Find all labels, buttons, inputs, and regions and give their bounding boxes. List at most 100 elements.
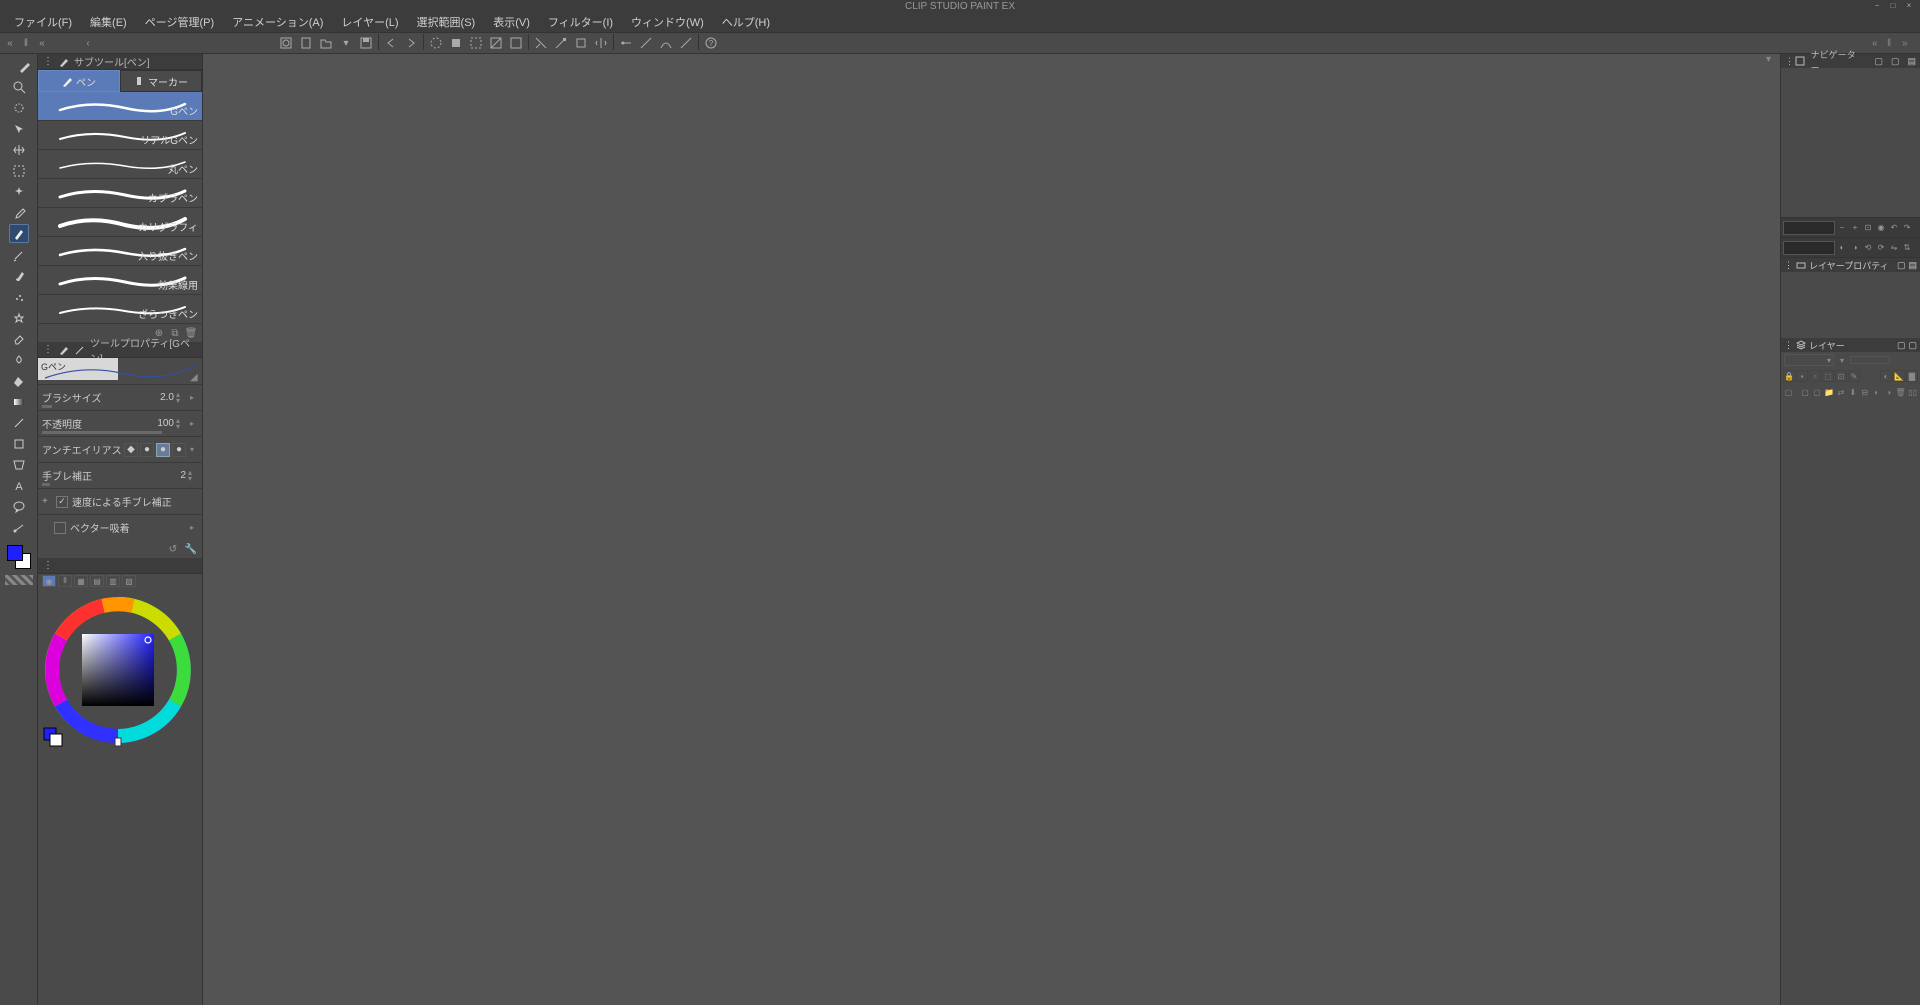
grid-icon[interactable] (656, 34, 676, 52)
two-pane-icon[interactable]: ▯▯ (1907, 386, 1918, 398)
grip-icon[interactable]: ⋮ (42, 56, 54, 68)
snap-icon[interactable] (676, 34, 696, 52)
expand-icon[interactable]: + (42, 496, 54, 507)
menu-icon[interactable]: ▤ (1908, 260, 1917, 271)
fill-tool-icon[interactable] (9, 371, 29, 390)
undo-icon[interactable] (381, 34, 401, 52)
zoom-tool-icon[interactable] (9, 77, 29, 96)
subtool-item[interactable]: 効果線用 (38, 266, 202, 295)
rotate-slider[interactable] (1783, 241, 1835, 255)
color-header[interactable]: ⋮ (38, 558, 202, 574)
more-icon[interactable]: ▸ (186, 393, 198, 402)
antialias-row[interactable]: アンチエイリアス ◆ ● ● ● ▾ (38, 436, 202, 462)
figure-tool-icon[interactable] (9, 434, 29, 453)
tab-pen[interactable]: ペン (38, 70, 120, 92)
checkbox-icon[interactable] (54, 522, 66, 534)
tab-icon[interactable]: ▢ (1897, 340, 1906, 351)
stabilize-row[interactable]: 手ブレ補正 2 ▴▾ (38, 462, 202, 488)
spinner-icon[interactable]: ▴▾ (176, 392, 186, 404)
color-slider-tab-icon[interactable]: ⦀ (58, 575, 72, 587)
fit-icon[interactable]: ⊡ (1862, 222, 1874, 234)
operation-tool-icon[interactable] (9, 119, 29, 138)
ruler-icon[interactable] (636, 34, 656, 52)
menu-icon[interactable]: ▤ (1903, 56, 1920, 67)
aa-none-icon[interactable]: ◆ (124, 443, 138, 457)
invert-icon[interactable] (506, 34, 526, 52)
grip-icon[interactable]: ⋮ (1784, 260, 1793, 271)
menu-filter[interactable]: フィルター(I) (540, 14, 621, 32)
correct-tool-icon[interactable] (9, 518, 29, 537)
move-layer-tool-icon[interactable] (9, 140, 29, 159)
color-swatch[interactable] (5, 543, 33, 571)
trash-icon[interactable]: 🗑 (1895, 386, 1906, 398)
rotate-r-icon[interactable]: ↷ (1901, 222, 1913, 234)
color-set-tab-icon[interactable]: ▦ (74, 575, 88, 587)
ruler-icon[interactable]: 📐 (1893, 370, 1905, 382)
grip-icon[interactable]: ⋮ (1784, 340, 1793, 351)
guide-line-icon[interactable] (616, 34, 636, 52)
zoom-slider[interactable] (1783, 221, 1835, 235)
color-wheel[interactable] (38, 588, 202, 1005)
minimize-icon[interactable]: − (1870, 0, 1884, 12)
select-tool-icon[interactable] (9, 161, 29, 180)
speed-stabilize-row[interactable]: + ✓ 速度による手ブレ補正 (38, 488, 202, 514)
close-icon[interactable]: × (1902, 0, 1916, 12)
menu-page[interactable]: ページ管理(P) (137, 14, 222, 32)
gradient-tool-icon[interactable] (9, 392, 29, 411)
opacity-value[interactable]: 100 (146, 418, 174, 429)
brush-tool-icon[interactable] (9, 266, 29, 285)
zoom-out-icon[interactable]: − (1836, 222, 1848, 234)
dock-collapse-icon[interactable]: ‖ (18, 35, 34, 51)
tab-icon[interactable]: ▢ (1908, 340, 1917, 351)
spinner-icon[interactable]: ▴▾ (176, 418, 186, 430)
lock-alpha-icon[interactable]: ▫ (1809, 370, 1821, 382)
menu-view[interactable]: 表示(V) (485, 14, 538, 32)
subtool-item[interactable]: カブラペン (38, 179, 202, 208)
open-file-icon[interactable] (316, 34, 336, 52)
chevron-down-icon[interactable]: ▾ (1836, 354, 1848, 366)
text-tool-icon[interactable]: A (9, 476, 29, 495)
canvas-area[interactable]: ▾ (203, 54, 1780, 1005)
corner-icon[interactable]: ◢ (190, 372, 200, 382)
flip-h-icon[interactable] (591, 34, 611, 52)
subtool-item[interactable]: カリグラフィ (38, 208, 202, 237)
ctrl-icon[interactable]: ⟳ (1875, 242, 1887, 254)
wrench-icon[interactable]: 🔧 (184, 542, 198, 556)
color-icon[interactable]: ▇ (1906, 370, 1918, 382)
stabilize-value[interactable]: 2 (158, 470, 186, 481)
mask-icon[interactable]: ◐ (1880, 370, 1892, 382)
ctrl-icon[interactable]: ⟲ (1862, 242, 1874, 254)
new-folder-icon[interactable]: 📁 (1823, 386, 1834, 398)
select-all-icon[interactable] (466, 34, 486, 52)
save-dropdown-icon[interactable]: ▾ (336, 34, 356, 52)
move-tool-icon[interactable] (9, 98, 29, 117)
tab3-icon[interactable]: ▢ (1887, 56, 1904, 67)
pen-tool-icon[interactable] (9, 224, 29, 243)
menu-help[interactable]: ヘルプ(H) (714, 14, 778, 32)
lock-icon[interactable]: 🔒 (1783, 370, 1795, 382)
subtool-item[interactable]: ざらつきペン (38, 295, 202, 324)
ref-icon[interactable]: ⊡ (1835, 370, 1847, 382)
decoration-tool-icon[interactable] (9, 308, 29, 327)
opacity-row[interactable]: 不透明度 100 ▴▾ ▸ (38, 410, 202, 436)
foreground-color[interactable] (7, 545, 23, 561)
clip-studio-icon[interactable] (276, 34, 296, 52)
scale-icon[interactable] (551, 34, 571, 52)
transparent-color-icon[interactable] (5, 575, 33, 585)
transform-icon[interactable] (571, 34, 591, 52)
fill-icon[interactable] (446, 34, 466, 52)
rotate-l-icon[interactable]: ↶ (1888, 222, 1900, 234)
actual-icon[interactable]: ◉ (1875, 222, 1887, 234)
menu-window[interactable]: ウィンドウ(W) (623, 14, 712, 32)
pencil-tool-icon[interactable] (9, 245, 29, 264)
dock-left-icon[interactable]: « (2, 35, 18, 51)
draft-icon[interactable]: ✎ (1848, 370, 1860, 382)
menu-animation[interactable]: アニメーション(A) (224, 14, 331, 32)
frame-tool-icon[interactable] (9, 455, 29, 474)
dock-back-icon[interactable]: ‹ (80, 35, 96, 51)
subtool-header[interactable]: ⋮ サブツール[ペン] (38, 54, 202, 70)
aa-mid-icon[interactable]: ● (156, 443, 170, 457)
grip-icon[interactable]: ⋮ (42, 344, 54, 356)
toolprop-header[interactable]: ⋮ ツールプロパティ[Gペン] (38, 342, 202, 358)
menu-edit[interactable]: 編集(E) (82, 14, 135, 32)
